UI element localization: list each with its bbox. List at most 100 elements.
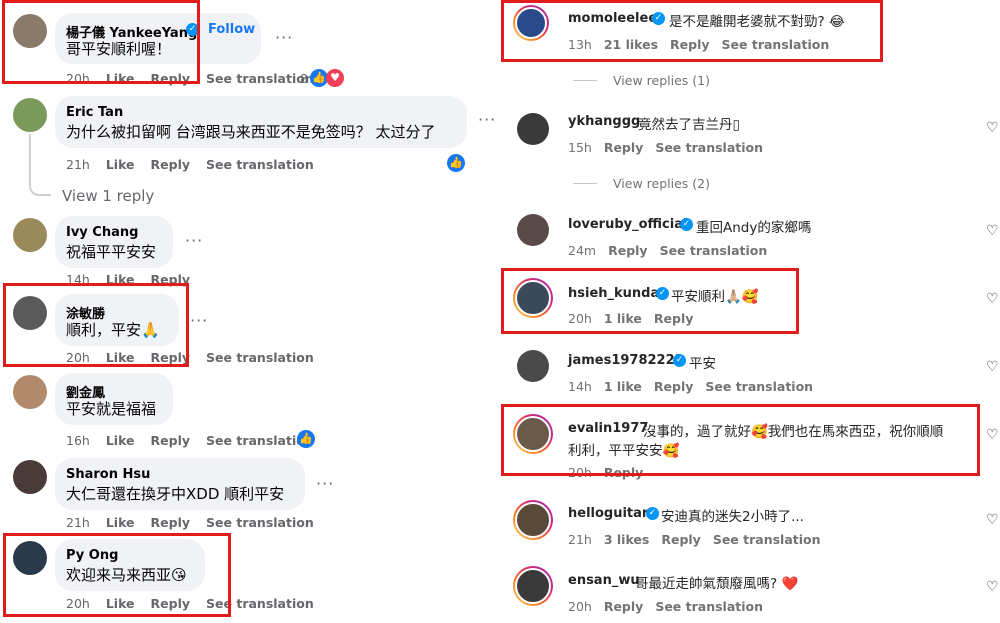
avatar[interactable] xyxy=(513,414,553,454)
comment-text: 祝福平平安安 xyxy=(66,243,157,261)
commenter-name[interactable]: james19782222 xyxy=(568,353,684,368)
commenter-name[interactable]: Eric Tan xyxy=(66,105,123,120)
reply-link[interactable]: Reply xyxy=(654,311,693,326)
avatar[interactable] xyxy=(513,5,549,41)
avatar[interactable] xyxy=(513,566,553,606)
view-replies-link[interactable]: View 1 reply xyxy=(62,187,154,205)
reaction-count[interactable]: 8 xyxy=(300,71,308,86)
avatar[interactable] xyxy=(13,218,47,252)
reply-link[interactable]: Reply xyxy=(151,515,190,530)
like-heart-icon[interactable]: ♡ xyxy=(986,579,999,595)
reply-link[interactable]: Reply xyxy=(661,532,700,547)
likes-count[interactable]: 1 like xyxy=(604,379,642,394)
like-reaction-icon[interactable]: 👍 xyxy=(447,154,465,172)
see-translation-link[interactable]: See translation xyxy=(655,599,763,614)
reply-link[interactable]: Reply xyxy=(604,599,643,614)
commenter-name[interactable]: helloguitar xyxy=(568,506,648,521)
commenter-name[interactable]: hsieh_kunda xyxy=(568,286,659,301)
avatar[interactable] xyxy=(513,500,553,540)
comment-text: 順利，平安🙏 xyxy=(66,321,160,339)
commenter-name[interactable]: loveruby_official xyxy=(568,217,687,232)
comment-text: 为什么被扣留啊 台湾跟马来西亚不是免签吗？ 太过分了 xyxy=(66,123,436,141)
like-link[interactable]: Like xyxy=(106,433,135,448)
more-options-icon[interactable]: ··· xyxy=(275,28,293,47)
commenter-name[interactable]: Sharon Hsu xyxy=(66,467,150,482)
like-reaction-icon[interactable]: 👍 xyxy=(297,430,315,448)
see-translation-link[interactable]: See translation xyxy=(660,243,768,258)
avatar[interactable] xyxy=(517,113,549,145)
more-options-icon[interactable]: ··· xyxy=(478,110,496,129)
commenter-name[interactable]: evalin1977 xyxy=(568,421,648,436)
avatar[interactable] xyxy=(517,350,549,382)
commenter-name[interactable]: ensan_wu xyxy=(568,573,640,588)
avatar[interactable] xyxy=(517,214,549,246)
comment-text: 是不是離開老婆就不對勁? 😂 xyxy=(669,14,845,30)
like-heart-icon[interactable]: ♡ xyxy=(986,120,999,136)
reply-link[interactable]: Reply xyxy=(151,157,190,172)
verified-icon: ✓ xyxy=(680,218,693,231)
avatar[interactable] xyxy=(13,541,47,575)
comment-meta: 20h Like Reply See translation xyxy=(66,350,330,365)
comment-text: 欢迎来马来西亚😘 xyxy=(66,566,187,584)
reply-link[interactable]: Reply xyxy=(604,140,643,155)
avatar[interactable] xyxy=(13,98,47,132)
like-link[interactable]: Like xyxy=(106,350,135,365)
comment-meta: 20h Reply See translation xyxy=(568,599,775,614)
like-heart-icon[interactable]: ♡ xyxy=(986,223,999,239)
reply-link[interactable]: Reply xyxy=(151,71,190,86)
see-translation-link[interactable]: See translation xyxy=(206,596,314,611)
reply-link[interactable]: Reply xyxy=(608,243,647,258)
verified-icon: ✓ xyxy=(646,507,659,520)
avatar[interactable] xyxy=(13,296,47,330)
see-translation-link[interactable]: See translation xyxy=(206,71,314,86)
reply-link[interactable]: Reply xyxy=(604,465,643,480)
see-translation-link[interactable]: See translation xyxy=(206,515,314,530)
reply-link[interactable]: Reply xyxy=(151,272,190,287)
see-translation-link[interactable]: See translation xyxy=(655,140,763,155)
like-link[interactable]: Like xyxy=(106,157,135,172)
commenter-name[interactable]: momoleelee xyxy=(568,11,657,26)
view-replies-link[interactable]: View replies (1) xyxy=(613,73,710,88)
like-heart-icon[interactable]: ♡ xyxy=(986,512,999,528)
more-options-icon[interactable]: ··· xyxy=(185,231,203,250)
avatar[interactable] xyxy=(13,14,47,48)
commenter-name[interactable]: ykhanggg xyxy=(568,114,640,129)
verified-icon: ✓ xyxy=(186,23,199,36)
likes-count[interactable]: 1 like xyxy=(604,311,642,326)
commenter-name[interactable]: Py Ong xyxy=(66,548,118,563)
likes-count[interactable]: 3 likes xyxy=(604,532,650,547)
see-translation-link[interactable]: See translation xyxy=(722,37,830,52)
like-link[interactable]: Like xyxy=(106,515,135,530)
like-link[interactable]: Like xyxy=(106,71,135,86)
see-translation-link[interactable]: See translation xyxy=(705,379,813,394)
comment-time: 14h xyxy=(568,379,592,394)
reply-link[interactable]: Reply xyxy=(151,350,190,365)
like-link[interactable]: Like xyxy=(106,596,135,611)
avatar[interactable] xyxy=(13,460,47,494)
comment-meta: 20h Reply xyxy=(568,465,655,480)
commenter-name[interactable]: Ivy Chang xyxy=(66,225,138,240)
comment-meta: 21h Like Reply See translation xyxy=(66,157,330,172)
more-options-icon[interactable]: ··· xyxy=(316,474,334,493)
more-options-icon[interactable]: ··· xyxy=(190,311,208,330)
comment-time: 21h xyxy=(66,515,90,530)
comment-text: 哥平安順利喔！ xyxy=(66,40,172,58)
like-heart-icon[interactable]: ♡ xyxy=(986,359,999,375)
like-heart-icon[interactable]: ♡ xyxy=(986,291,999,307)
like-link[interactable]: Like xyxy=(106,272,135,287)
reply-link[interactable]: Reply xyxy=(151,596,190,611)
reply-link[interactable]: Reply xyxy=(654,379,693,394)
see-translation-link[interactable]: See translation xyxy=(206,157,314,172)
like-heart-icon[interactable]: ♡ xyxy=(986,427,999,443)
avatar[interactable] xyxy=(513,278,553,318)
view-replies-link[interactable]: View replies (2) xyxy=(613,176,710,191)
see-translation-link[interactable]: See translation xyxy=(206,350,314,365)
avatar[interactable] xyxy=(13,375,47,409)
likes-count[interactable]: 21 likes xyxy=(604,37,658,52)
love-reaction-icon[interactable]: ♥ xyxy=(326,69,344,87)
see-translation-link[interactable]: See translation xyxy=(713,532,821,547)
follow-link[interactable]: Follow xyxy=(208,22,255,37)
reply-link[interactable]: Reply xyxy=(670,37,709,52)
comment-meta: 21h 3 likes Reply See translation xyxy=(568,532,833,547)
reply-link[interactable]: Reply xyxy=(151,433,190,448)
